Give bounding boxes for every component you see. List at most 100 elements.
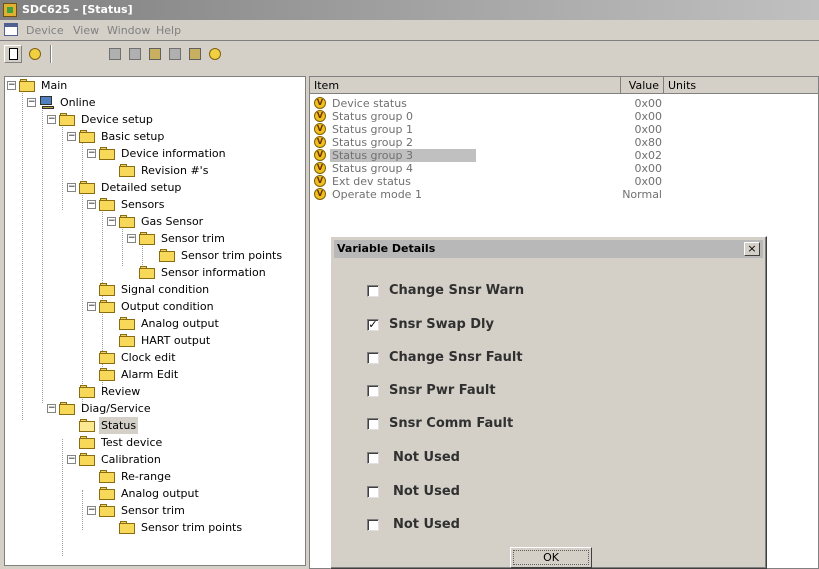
checkbox-label: Not Used — [393, 484, 460, 499]
tool-b-button[interactable] — [126, 45, 144, 63]
collapse-icon[interactable]: − — [67, 132, 76, 141]
row-value: 0x00 — [634, 97, 662, 110]
menu-device[interactable]: Device — [26, 24, 64, 37]
collapse-icon[interactable]: − — [87, 200, 96, 209]
variable-icon: V — [314, 123, 326, 135]
navigation-tree[interactable]: − Main − Online − Device setup − Basic s… — [4, 76, 306, 566]
table-row[interactable]: V Ext dev status 0x00 — [310, 175, 818, 188]
folder-icon — [119, 521, 136, 534]
table-row[interactable]: V Status group 0 0x00 — [310, 110, 818, 123]
tree-line — [22, 90, 23, 420]
folder-icon — [79, 181, 96, 194]
table-row[interactable]: V Status group 2 0x80 — [310, 136, 818, 149]
table-row[interactable]: V Operate mode 1 Normal — [310, 188, 818, 201]
folder-icon — [79, 453, 96, 466]
variable-icon: V — [314, 97, 326, 109]
folder-icon — [99, 487, 116, 500]
collapse-icon[interactable]: − — [107, 217, 116, 226]
tool-b-icon — [129, 48, 141, 60]
close-button[interactable]: × — [744, 242, 760, 256]
collapse-icon[interactable]: − — [27, 98, 36, 107]
row-value: 0x80 — [634, 136, 662, 149]
ok-button[interactable]: OK — [510, 547, 592, 568]
folder-icon — [119, 215, 136, 228]
collapse-icon[interactable]: − — [87, 149, 96, 158]
folder-icon — [99, 147, 116, 160]
column-header-units[interactable]: Units — [664, 77, 818, 94]
menu-window[interactable]: Window — [107, 24, 150, 37]
folder-icon — [119, 164, 136, 177]
row-item: Status group 3 — [330, 149, 476, 162]
column-header-value[interactable]: Value — [621, 77, 664, 94]
folder-icon — [59, 402, 76, 415]
tree-node-label: Sensor trim — [161, 232, 225, 245]
toolbar — [0, 41, 819, 67]
table-row[interactable]: V Status group 4 0x00 — [310, 162, 818, 175]
folder-icon — [99, 504, 116, 517]
row-value: 0x00 — [634, 162, 662, 175]
tree-line — [82, 490, 83, 530]
tree-line — [122, 226, 123, 266]
checkbox-box[interactable] — [367, 519, 379, 531]
collapse-icon[interactable]: − — [87, 302, 96, 311]
new-button[interactable] — [4, 45, 22, 63]
dialog-title-bar[interactable]: Variable Details × — [334, 240, 763, 258]
tool-f-icon — [209, 48, 221, 60]
tree-node-label: Re-range — [121, 470, 171, 483]
checkbox-box[interactable] — [367, 385, 379, 397]
tree-line — [62, 124, 63, 210]
checkbox-box[interactable] — [367, 418, 379, 430]
checkbox-box[interactable] — [367, 452, 379, 464]
collapse-icon[interactable]: − — [7, 81, 16, 90]
tool-d-button[interactable] — [166, 45, 184, 63]
row-value: 0x00 — [634, 123, 662, 136]
check-icon[interactable]: ✓ — [367, 319, 379, 331]
collapse-icon[interactable]: − — [127, 234, 136, 243]
checkbox-label: Snsr Swap Dly — [389, 317, 494, 332]
tree-node-label: Signal condition — [121, 283, 210, 296]
checkbox-box[interactable] — [367, 352, 379, 364]
tree-node-label: Basic setup — [101, 130, 165, 143]
tool-c-button[interactable] — [146, 45, 164, 63]
tree-node-label: Detailed setup — [101, 181, 182, 194]
checkbox-label: Change Snsr Warn — [389, 283, 525, 298]
app-icon — [3, 3, 17, 17]
help-button[interactable] — [26, 45, 44, 63]
checkbox-box[interactable] — [367, 285, 379, 297]
window-title: SDC625 - [Status] — [22, 3, 133, 16]
tree-node-label: Sensor trim — [121, 504, 185, 517]
tool-e-button[interactable] — [186, 45, 204, 63]
variable-icon: V — [314, 136, 326, 148]
tool-d-icon — [169, 48, 181, 60]
table-row[interactable]: V Device status 0x00 — [310, 97, 818, 110]
tool-f-button[interactable] — [206, 45, 224, 63]
title-bar: SDC625 - [Status] — [0, 0, 819, 20]
table-row-selected[interactable]: V Status group 3 0x02 — [310, 149, 818, 162]
folder-icon — [99, 300, 116, 313]
menu-view[interactable]: View — [73, 24, 99, 37]
help-icon — [29, 48, 41, 60]
menu-bar: Device View Window Help — [0, 20, 819, 41]
row-item: Ext dev status — [332, 175, 411, 188]
checkbox-box[interactable] — [367, 486, 379, 498]
collapse-icon[interactable]: − — [87, 506, 96, 515]
tool-a-icon — [109, 48, 121, 60]
computer-icon — [39, 96, 55, 109]
folder-icon — [79, 436, 96, 449]
menu-help[interactable]: Help — [156, 24, 181, 37]
collapse-icon[interactable]: − — [67, 183, 76, 192]
tool-e-icon — [189, 48, 201, 60]
collapse-icon[interactable]: − — [67, 455, 76, 464]
column-header-item[interactable]: Item — [310, 77, 621, 94]
folder-icon — [159, 249, 176, 262]
checkbox-label: Snsr Comm Fault — [389, 416, 514, 431]
tool-c-icon — [149, 48, 161, 60]
tree-node-label: Test device — [101, 436, 163, 449]
tree-node-label: Clock edit — [121, 351, 176, 364]
tool-a-button[interactable] — [106, 45, 124, 63]
collapse-icon[interactable]: − — [47, 115, 56, 124]
collapse-icon[interactable]: − — [47, 404, 56, 413]
checkbox-label: Not Used — [393, 450, 460, 465]
table-row[interactable]: V Status group 1 0x00 — [310, 123, 818, 136]
document-icon[interactable] — [4, 23, 18, 36]
